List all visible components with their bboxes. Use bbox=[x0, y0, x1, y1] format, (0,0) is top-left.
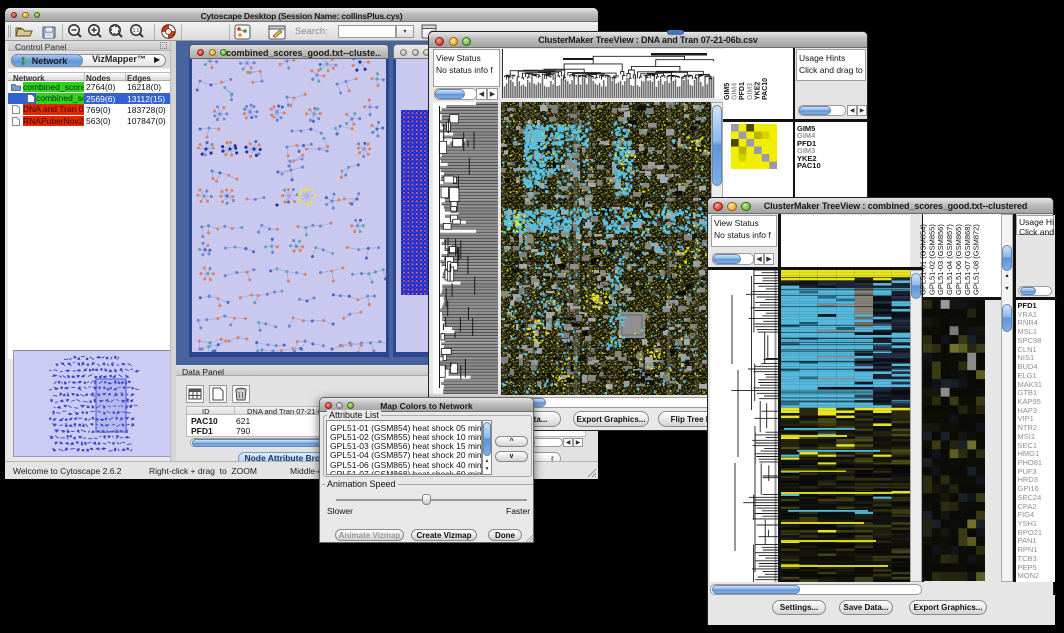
svg-text:PFD1: PFD1 bbox=[739, 82, 746, 100]
svg-text:1:1: 1:1 bbox=[133, 28, 140, 34]
svg-text:YKE2: YKE2 bbox=[754, 82, 761, 100]
svg-text:GIM5: GIM5 bbox=[724, 83, 731, 100]
svg-text:GIM3: GIM3 bbox=[747, 83, 754, 100]
svg-text:PAC10: PAC10 bbox=[762, 78, 769, 100]
svg-text:GIM4: GIM4 bbox=[732, 83, 739, 100]
